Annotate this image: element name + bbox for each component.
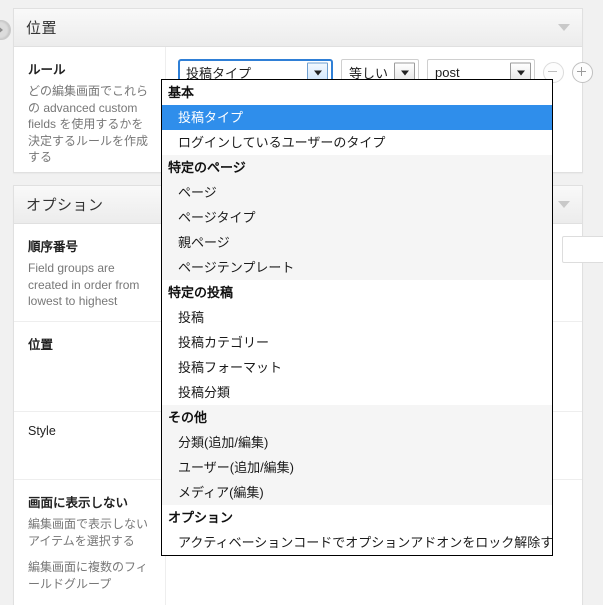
dropdown-option[interactable]: ページ [162, 180, 552, 205]
dropdown-option[interactable]: ログインしているユーザーのタイプ [162, 130, 552, 155]
dropdown-option[interactable]: ページテンプレート [162, 255, 552, 280]
dropdown-group-label: その他 [168, 410, 208, 425]
hide-on-screen-label-cell: 画面に表示しない 編集画面で表示しないアイテムを選択する 編集画面に複数のフィー… [14, 480, 166, 605]
position-label-cell: 位置 [14, 322, 166, 411]
dropdown-group: 特定の投稿投稿 投稿カテゴリー 投稿フォーマット 投稿分類 [162, 280, 552, 405]
dropdown-option[interactable]: 親ページ [162, 230, 552, 255]
dropdown-option[interactable]: ページタイプ [162, 205, 552, 230]
dropdown-group-label: オプション [168, 510, 234, 525]
rule-description: どの編集画面でこれらの advanced custom fields を使用する… [28, 84, 149, 164]
screen-root: 位置 ルール どの編集画面でこれらの advanced custom field… [0, 0, 603, 605]
location-metabox-header[interactable]: 位置 [14, 9, 582, 47]
order-number-input[interactable] [562, 236, 603, 263]
hide-on-screen-description: 編集画面で表示しないアイテムを選択する [28, 517, 149, 548]
collapse-rail-handle-icon[interactable] [0, 20, 11, 40]
dropdown-group: 基本投稿タイプ ログインしているユーザーのタイプ [162, 80, 552, 155]
dropdown-group-label: 特定のページ [168, 160, 246, 175]
options-metabox-title: オプション [26, 197, 104, 214]
chevron-down-icon[interactable] [558, 201, 570, 208]
dropdown-option[interactable]: メディア(編集) [162, 480, 552, 505]
order-number-label-cell: 順序番号 Field groups are created in order f… [14, 224, 166, 321]
dropdown-option[interactable]: 投稿タイプ [162, 105, 552, 130]
dropdown-option[interactable]: アクティベーションコードでオプションアドオンをロック解除する [162, 530, 552, 555]
plus-circle-icon[interactable] [572, 62, 593, 83]
location-metabox-title: 位置 [26, 20, 58, 37]
rule-value-select-value: post [435, 65, 460, 80]
order-number-label: 順序番号 [28, 240, 79, 254]
hide-on-screen-note: 編集画面に複数のフィールドグループ [28, 560, 148, 591]
style-label: Style [28, 424, 56, 438]
dropdown-option[interactable]: 投稿フォーマット [162, 355, 552, 380]
dropdown-group: オプションアクティベーションコードでオプションアドオンをロック解除する [162, 505, 552, 555]
dropdown-option[interactable]: 分類(追加/編集) [162, 430, 552, 455]
dropdown-option[interactable]: 投稿 [162, 305, 552, 330]
rule-field-label-cell: ルール どの編集画面でこれらの advanced custom fields を… [14, 47, 166, 173]
hide-on-screen-label: 画面に表示しない [28, 496, 129, 510]
chevron-down-icon[interactable] [558, 24, 570, 31]
rule-label: ルール [28, 63, 66, 77]
dropdown-option[interactable]: 投稿カテゴリー [162, 330, 552, 355]
dropdown-option[interactable]: 投稿分類 [162, 380, 552, 405]
dropdown-group: 特定のページページ ページタイプ 親ページ ページテンプレート [162, 155, 552, 280]
rule-param-dropdown-list[interactable]: 基本投稿タイプ ログインしているユーザーのタイプ特定のページページ ページタイプ 親ペ… [161, 79, 553, 556]
dropdown-group-label: 基本 [168, 85, 195, 100]
dropdown-option[interactable]: ユーザー(追加/編集) [162, 455, 552, 480]
order-number-description: Field groups are created in order from l… [28, 261, 140, 308]
position-label: 位置 [28, 338, 54, 352]
dropdown-group: その他分類(追加/編集) ユーザー(追加/編集) メディア(編集) [162, 405, 552, 505]
style-label-cell: Style [14, 412, 166, 479]
dropdown-group-label: 特定の投稿 [168, 285, 234, 300]
